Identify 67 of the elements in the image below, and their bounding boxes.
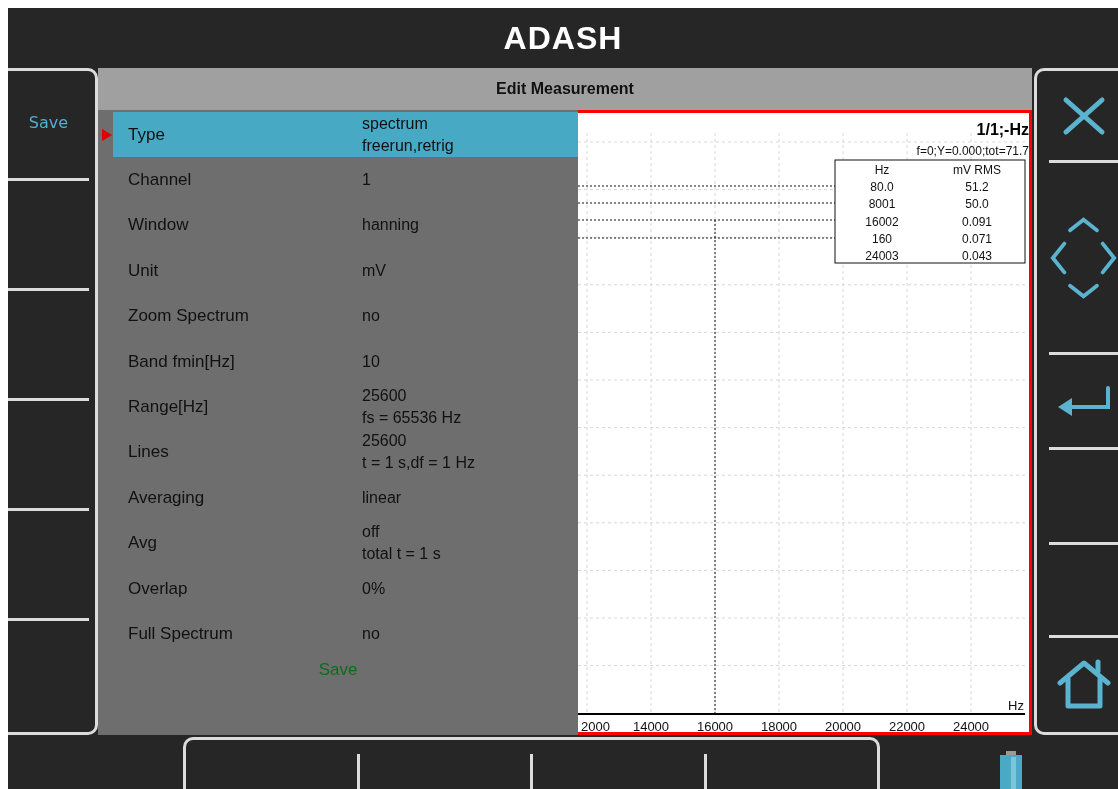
table-cell: 8001: [868, 197, 896, 212]
setting-label: Lines: [127, 442, 170, 463]
settings-row[interactable]: Type spectrum freerun,retrig: [113, 112, 578, 158]
setting-label: Unit: [127, 260, 160, 281]
x-tick-label: 14000: [632, 719, 670, 732]
setting-value: 1: [362, 170, 371, 191]
setting-label: Channel: [127, 170, 193, 191]
setting-value: 25600: [362, 431, 408, 452]
setting-value: 10: [362, 351, 380, 372]
x-tick-label: 16000: [696, 719, 734, 732]
setting-label: Overlap: [127, 578, 189, 599]
settings-row[interactable]: Range[Hz] 25600 fs = 65536 Hz: [113, 384, 578, 430]
table-cell: 0.091: [962, 214, 992, 229]
chart-title: 1/1;-Hz: [976, 121, 1029, 138]
settings-row[interactable]: Full Spectrum no: [113, 611, 578, 657]
setting-value: spectrum: [362, 113, 429, 134]
setting-value: no: [362, 624, 380, 644]
table-header: Hz: [874, 163, 890, 177]
table-cell: 51.2: [965, 180, 989, 194]
settings-row[interactable]: Overlap 0%: [113, 565, 578, 612]
setting-value: 0%: [362, 578, 386, 599]
setting-value: 25600: [362, 386, 408, 407]
table-header: mV RMS: [953, 163, 1001, 177]
setting-value: no: [362, 306, 380, 327]
settings-row[interactable]: Band fmin[Hz] 10: [113, 338, 578, 385]
setting-label: Range[Hz]: [127, 397, 210, 418]
save-softkey[interactable]: Save: [24, 111, 73, 134]
settings-row[interactable]: Unit mV: [113, 248, 578, 294]
settings-row[interactable]: Zoom Spectrum no: [113, 293, 578, 339]
table-cell: 0.071: [962, 231, 992, 246]
setting-value: freerun,retrig: [362, 135, 454, 156]
setting-value: fs = 65536 Hz: [362, 408, 462, 429]
table-cell: 0.043: [962, 249, 992, 264]
axis-unit: Hz: [1008, 698, 1024, 713]
x-tick-label: 18000: [760, 719, 798, 732]
setting-value: t = 1 s,df = 1 Hz: [362, 453, 475, 474]
setting-label: Type: [127, 124, 166, 145]
setting-value: linear: [362, 487, 402, 508]
x-tick-label: 24000: [952, 719, 990, 732]
setting-value: hanning: [362, 215, 419, 236]
x-tick-label: 2000: [581, 719, 610, 732]
setting-label: Band fmin[Hz]: [127, 351, 236, 372]
table-cell: 50.0: [965, 197, 989, 212]
setting-label: Full Spectrum: [127, 624, 234, 644]
battery-icon: [998, 751, 1024, 789]
settings-row[interactable]: Window hanning: [113, 202, 578, 249]
setting-label: Avg: [127, 533, 158, 554]
settings-row[interactable]: Channel 1: [113, 157, 578, 203]
settings-row[interactable]: Averaging linear: [113, 475, 578, 521]
setting-value: off: [362, 522, 381, 543]
home-icon[interactable]: [1056, 659, 1111, 711]
settings-row[interactable]: Avg off total t = 1 s: [113, 520, 578, 566]
setting-label: Zoom Spectrum: [127, 306, 250, 327]
x-tick-label: 20000: [824, 719, 862, 732]
setting-label: Window: [127, 215, 190, 236]
table-cell: 80.0: [870, 180, 894, 194]
setting-value: total t = 1 s: [362, 544, 441, 565]
setting-label: Averaging: [127, 487, 206, 508]
brand-title: ADASH: [503, 19, 623, 57]
table-cell: 16002: [865, 214, 899, 229]
chart-subtitle: f=0;Y=0.000;tot=71.7: [916, 144, 1029, 158]
x-tick-label: 22000: [888, 719, 926, 732]
table-cell: 160: [872, 231, 892, 246]
setting-value: mV: [362, 260, 386, 281]
dialog-title: Edit Measurement: [496, 80, 634, 98]
settings-row[interactable]: Lines 25600 t = 1 s,df = 1 Hz: [113, 429, 578, 476]
table-cell: 24003: [865, 249, 899, 264]
